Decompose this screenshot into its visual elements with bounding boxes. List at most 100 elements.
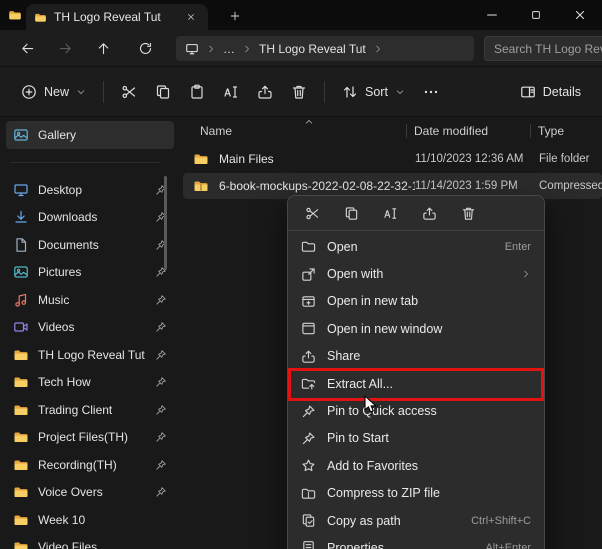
rename-button[interactable] — [214, 76, 248, 108]
rename-button[interactable] — [377, 200, 403, 226]
sidebar-item-video-files[interactable]: Video Files — [6, 534, 174, 549]
column-header-type[interactable]: Type — [538, 124, 564, 138]
toolbar-divider — [324, 80, 326, 103]
sort-button[interactable]: Sort — [333, 76, 414, 108]
copy-button[interactable] — [146, 76, 180, 108]
sidebar-item-desktop[interactable]: Desktop — [6, 176, 174, 204]
sidebar-item-downloads[interactable]: Downloads — [6, 204, 174, 232]
sort-icon — [342, 84, 358, 100]
tab-close-button[interactable] — [182, 8, 200, 26]
sidebar-item-pictures[interactable]: Pictures — [6, 259, 174, 287]
sidebar-item-label: TH Logo Reveal Tut — [38, 347, 145, 362]
rename-icon — [223, 84, 239, 100]
paste-button[interactable] — [180, 76, 214, 108]
address-bar[interactable]: … TH Logo Reveal Tut — [176, 36, 474, 61]
close-button[interactable] — [558, 0, 602, 30]
delete-button[interactable] — [282, 76, 316, 108]
menu-item-pin-to-quick-access[interactable]: Pin to Quick access — [288, 397, 544, 424]
column-header-name[interactable]: Name — [200, 124, 232, 138]
minimize-button[interactable] — [470, 0, 514, 30]
cut-button[interactable] — [299, 200, 325, 226]
sidebar-item-recording-th[interactable]: Recording(TH) — [6, 451, 174, 479]
this-pc-icon — [185, 42, 199, 56]
pin-icon — [155, 376, 167, 388]
folder-icon — [13, 402, 29, 418]
menu-item-share[interactable]: Share — [288, 343, 544, 370]
menu-item-open-in-new-tab[interactable]: Open in new tab — [288, 288, 544, 315]
back-button[interactable] — [12, 34, 42, 62]
delete-icon — [461, 206, 476, 221]
navigation-bar: … TH Logo Reveal Tut — [0, 30, 602, 67]
chevron-down-icon — [395, 87, 405, 97]
explorer-tab[interactable]: TH Logo Reveal Tut — [26, 4, 208, 30]
forward-icon — [58, 41, 73, 56]
minimize-icon — [485, 8, 499, 22]
breadcrumb-current-folder[interactable]: TH Logo Reveal Tut — [259, 42, 366, 56]
menu-item-label: Copy as path — [327, 513, 401, 528]
forward-button[interactable] — [50, 34, 80, 62]
up-button[interactable] — [88, 34, 118, 62]
menu-item-label: Pin to Quick access — [327, 404, 437, 419]
maximize-button[interactable] — [514, 0, 558, 30]
menu-item-label: Add to Favorites — [327, 458, 419, 473]
menu-item-copy-as-path[interactable]: Copy as path Ctrl+Shift+C — [288, 507, 544, 534]
column-headers: Name Date modified Type — [180, 118, 602, 144]
more-options-button[interactable] — [414, 76, 448, 108]
sidebar-item-label: Project Files(TH) — [38, 430, 129, 445]
copy-button[interactable] — [338, 200, 364, 226]
close-icon — [573, 8, 587, 22]
refresh-button[interactable] — [130, 34, 160, 62]
new-plus-icon — [21, 84, 37, 100]
column-header-date-modified[interactable]: Date modified — [414, 124, 488, 138]
file-row-main-files[interactable]: Main Files 11/10/2023 12:36 AM File fold… — [183, 146, 602, 172]
details-pane-icon — [520, 84, 536, 100]
menu-item-add-to-favorites[interactable]: Add to Favorites — [288, 452, 544, 479]
sidebar-item-project-files-th[interactable]: Project Files(TH) — [6, 424, 174, 452]
column-divider[interactable] — [530, 124, 531, 138]
share-button[interactable] — [416, 200, 442, 226]
delete-button[interactable] — [455, 200, 481, 226]
menu-item-compress-to-zip[interactable]: Compress to ZIP file — [288, 480, 544, 507]
maximize-icon — [530, 9, 542, 21]
menu-item-label: Open in new tab — [327, 294, 419, 309]
search-input[interactable] — [484, 36, 602, 61]
menu-item-label: Properties — [327, 540, 384, 549]
sidebar-scrollbar[interactable] — [164, 176, 167, 270]
sidebar-item-gallery[interactable]: Gallery — [6, 121, 174, 149]
menu-item-open[interactable]: Open Enter — [288, 233, 544, 260]
column-divider[interactable] — [406, 124, 407, 138]
up-icon — [96, 41, 111, 56]
sort-ascending-icon — [304, 117, 314, 127]
sidebar-item-week-10[interactable]: Week 10 — [6, 506, 174, 534]
sidebar-item-voice-overs[interactable]: Voice Overs — [6, 479, 174, 507]
sidebar-item-label: Pictures — [38, 265, 82, 280]
sidebar-item-music[interactable]: Music — [6, 286, 174, 314]
sidebar-item-videos[interactable]: Videos — [6, 314, 174, 342]
new-tab-button[interactable] — [226, 7, 244, 25]
pin-icon — [155, 321, 167, 333]
cut-button[interactable] — [112, 76, 146, 108]
share-icon — [301, 349, 316, 364]
pin-icon — [155, 404, 167, 416]
sidebar-item-documents[interactable]: Documents — [6, 231, 174, 259]
sidebar-item-tech-how[interactable]: Tech How — [6, 369, 174, 397]
details-view-button[interactable]: Details — [511, 76, 590, 108]
menu-item-open-with[interactable]: Open with — [288, 260, 544, 287]
paste-icon — [189, 84, 205, 100]
folder-icon — [13, 347, 29, 363]
menu-item-shortcut: Alt+Enter — [485, 541, 531, 549]
chevron-down-icon — [76, 87, 86, 97]
breadcrumb-ellipsis[interactable]: … — [223, 42, 235, 56]
sidebar-separator — [0, 149, 180, 177]
menu-item-open-in-new-window[interactable]: Open in new window — [288, 315, 544, 342]
explorer-app-icon — [8, 8, 22, 22]
new-button[interactable]: New — [12, 76, 95, 108]
properties-icon — [301, 540, 316, 549]
sidebar-item-trading-client[interactable]: Trading Client — [6, 396, 174, 424]
menu-item-properties[interactable]: Properties Alt+Enter — [288, 534, 544, 549]
submenu-chevron-icon — [521, 269, 531, 279]
menu-item-shortcut: Enter — [504, 240, 531, 253]
menu-item-pin-to-start[interactable]: Pin to Start — [288, 425, 544, 452]
share-button[interactable] — [248, 76, 282, 108]
sidebar-item-th-logo-reveal-tut[interactable]: TH Logo Reveal Tut — [6, 341, 174, 369]
